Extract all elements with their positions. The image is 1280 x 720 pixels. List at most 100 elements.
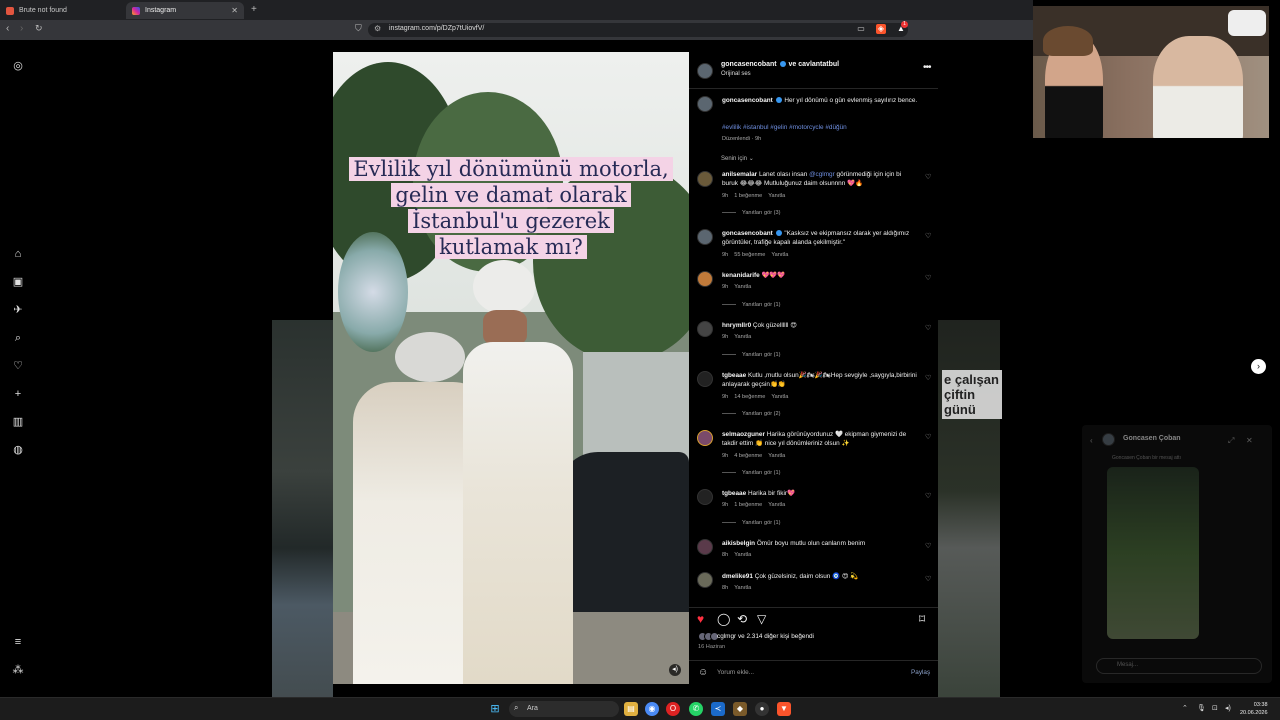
comment-username[interactable]: kenanidarife <box>722 272 760 279</box>
reload-icon[interactable]: ↻ <box>35 23 43 34</box>
comment-like-icon[interactable]: ♡ <box>925 575 931 583</box>
author-avatar[interactable] <box>697 63 713 79</box>
network-icon[interactable]: ⊡ <box>1212 704 1218 712</box>
chat-back-icon[interactable]: ‹ <box>1090 436 1093 445</box>
menu-icon[interactable]: ≡ <box>12 636 24 648</box>
taskbar-search[interactable]: ⌕ Ara <box>509 701 619 717</box>
comment-input[interactable]: Yorum ekle... <box>717 669 754 676</box>
reply-button[interactable]: Yanıtla <box>768 453 785 459</box>
emoji-icon[interactable]: ☺ <box>698 667 708 678</box>
comment-likes[interactable]: 4 beğenme <box>734 453 762 459</box>
obs-icon[interactable]: ● <box>755 702 769 716</box>
view-replies-button[interactable]: Yanıtları gör (1) <box>722 352 780 358</box>
comment-username[interactable]: tgbeaae <box>722 490 746 497</box>
comment-mention[interactable]: @cglmgr <box>809 171 835 178</box>
dashboard-icon[interactable]: ▥ <box>12 416 24 428</box>
microphone-icon[interactable]: 🎙 <box>1197 704 1206 712</box>
comment-username[interactable]: aikisbelgin <box>722 540 755 547</box>
comment-likes[interactable]: 1 beğenme <box>734 193 762 199</box>
reply-button[interactable]: Yanıtla <box>768 193 785 199</box>
search-icon[interactable]: ⌕ <box>12 332 24 344</box>
post-media[interactable]: Evlilik yıl dönümünü motorla, gelin ve d… <box>333 52 689 684</box>
tray-chevron-icon[interactable]: ⌃ <box>1182 704 1188 712</box>
address-bar[interactable]: ⚙ instagram.com/p/DZp7tUiovfV/ <box>368 23 908 37</box>
chat-message-input[interactable]: Mesaj... <box>1096 658 1262 674</box>
bookmark-icon[interactable]: ⛉ <box>355 23 362 34</box>
comment-sort-dropdown[interactable]: Senin için ⌄ <box>721 155 754 162</box>
reply-button[interactable]: Yanıtla <box>734 334 751 340</box>
chat-contact-name[interactable]: Goncasen Çoban <box>1123 435 1181 442</box>
messages-icon[interactable]: ✈ <box>12 304 24 316</box>
comment-like-icon[interactable]: ♡ <box>925 374 931 382</box>
comment-like-icon[interactable]: ♡ <box>925 433 931 441</box>
comment-like-icon[interactable]: ♡ <box>925 173 931 181</box>
comment-like-icon[interactable]: ♡ <box>925 492 931 500</box>
mute-icon[interactable]: ◂) <box>669 664 681 676</box>
comment-avatar[interactable] <box>697 171 713 187</box>
comment-avatar[interactable] <box>697 321 713 337</box>
reply-button[interactable]: Yanıtla <box>734 585 751 591</box>
tab-brute-not-found[interactable]: Brute not found <box>0 2 122 19</box>
caption-username[interactable]: goncasencobant <box>722 97 773 104</box>
file-explorer-icon[interactable]: ▤ <box>624 702 638 716</box>
repost-icon[interactable]: ⟲ <box>737 612 747 626</box>
more-options-icon[interactable]: ••• <box>923 62 931 73</box>
site-info-icon[interactable]: ⚙ <box>374 24 381 33</box>
view-replies-button[interactable]: Yanıtları gör (1) <box>722 520 780 526</box>
comment-likes[interactable]: 55 beğenme <box>734 252 765 258</box>
share-icon[interactable]: ▽ <box>757 612 766 626</box>
comment-username[interactable]: anilsemalar <box>722 171 757 178</box>
comment-username[interactable]: goncasencobant <box>722 230 773 237</box>
chat-shared-media[interactable] <box>1107 467 1199 639</box>
instagram-logo-icon[interactable]: ◎ <box>12 60 24 72</box>
comment-like-icon[interactable]: ♡ <box>925 542 931 550</box>
view-replies-button[interactable]: Yanıtları gör (2) <box>722 411 780 417</box>
collab-username[interactable]: ve cavlantatbul <box>789 61 840 68</box>
comment-like-icon[interactable]: ♡ <box>925 232 931 240</box>
view-replies-button[interactable]: Yanıtları gör (3) <box>722 210 780 216</box>
comment-avatar[interactable] <box>697 371 713 387</box>
profile-icon[interactable]: ◍ <box>12 444 24 456</box>
comment-avatar[interactable] <box>697 572 713 588</box>
chat-close-icon[interactable]: ✕ <box>1246 436 1253 445</box>
comment-avatar[interactable] <box>697 271 713 287</box>
view-replies-button[interactable]: Yanıtları gör (1) <box>722 302 780 308</box>
liked-by-text[interactable]: cglmgr ve 2.314 diğer kişi beğendi <box>717 633 814 640</box>
comment-avatar[interactable] <box>697 430 713 446</box>
create-icon[interactable]: + <box>12 388 24 400</box>
app-icon[interactable]: ◆ <box>733 702 747 716</box>
start-icon[interactable]: ⊞ <box>488 702 502 716</box>
comment-username[interactable]: dmelike91 <box>722 573 753 580</box>
post-comment-button[interactable]: Paylaş <box>911 669 930 676</box>
comment-avatar[interactable] <box>697 539 713 555</box>
view-replies-button[interactable]: Yanıtları gör (1) <box>722 470 780 476</box>
new-tab-icon[interactable]: + <box>251 4 257 15</box>
tab-close-icon[interactable]: ✕ <box>231 6 238 15</box>
also-from-meta-icon[interactable]: ⁂ <box>12 664 24 676</box>
comment-username[interactable]: tgbeaae <box>722 372 746 379</box>
comment-icon[interactable]: ◯ <box>717 612 730 626</box>
home-icon[interactable]: ⌂ <box>12 248 24 260</box>
author-username[interactable]: goncasencobant <box>721 61 777 68</box>
whatsapp-icon[interactable]: ✆ <box>689 702 703 716</box>
brave-icon[interactable]: ▼ <box>777 702 791 716</box>
cast-icon[interactable]: ▭ <box>856 24 866 34</box>
chrome-icon[interactable]: ◉ <box>645 702 659 716</box>
reply-button[interactable]: Yanıtla <box>734 552 751 558</box>
save-icon[interactable]: ⌑ <box>919 612 925 626</box>
forward-icon[interactable]: › <box>20 23 23 34</box>
comment-username[interactable]: hnrymllr0 <box>722 322 751 329</box>
opera-icon[interactable]: O <box>666 702 680 716</box>
comment-username[interactable]: selmaozguner <box>722 431 765 438</box>
like-icon[interactable]: ♥ <box>697 612 704 626</box>
comment-likes[interactable]: 14 beğenme <box>734 394 765 400</box>
volume-icon[interactable]: ◂) <box>1225 704 1231 712</box>
brave-shields-icon[interactable]: ◈ <box>876 24 886 34</box>
reply-button[interactable]: Yanıtla <box>771 252 788 258</box>
comment-avatar[interactable] <box>697 229 713 245</box>
reply-button[interactable]: Yanıtla <box>768 502 785 508</box>
chat-expand-icon[interactable]: ⤢ <box>1228 436 1234 446</box>
caption-hashtags[interactable]: #evlilik #istanbul #gelin #motorcycle #d… <box>722 124 918 133</box>
comment-like-icon[interactable]: ♡ <box>925 274 931 282</box>
tab-instagram[interactable]: Instagram ✕ <box>126 2 244 19</box>
